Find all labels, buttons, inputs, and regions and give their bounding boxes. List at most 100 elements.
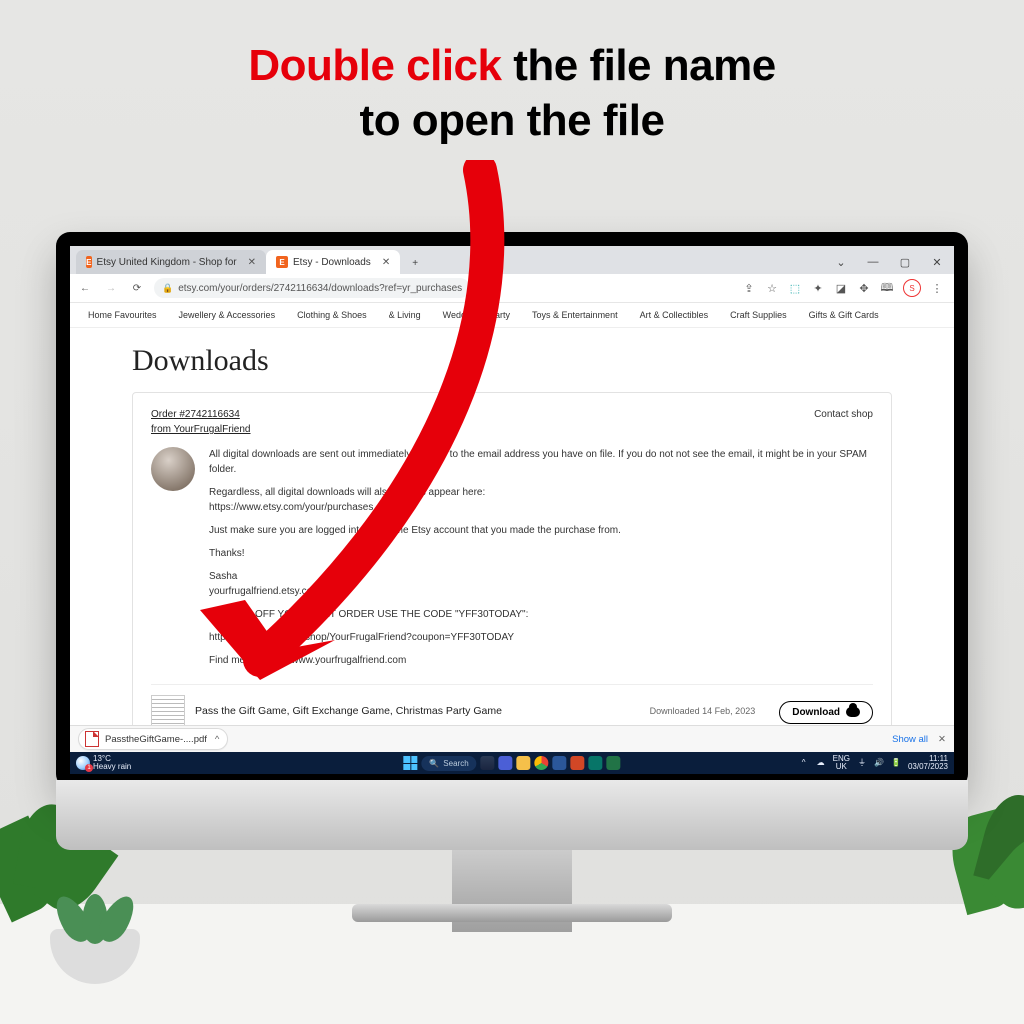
shop-name-link[interactable]: from YourFrugalFriend xyxy=(151,424,251,435)
window-dropdown-icon[interactable]: ⌄ xyxy=(826,250,856,274)
etsy-favicon-icon: E xyxy=(86,256,92,268)
nav-reload-button[interactable]: ⟳ xyxy=(128,279,146,297)
nav-item[interactable]: Jewellery & Accessories xyxy=(179,310,276,320)
file-title[interactable]: Pass the Gift Game, Gift Exchange Game, … xyxy=(195,705,640,718)
start-button[interactable] xyxy=(403,756,417,770)
page-title: Downloads xyxy=(132,344,892,378)
contact-shop-link[interactable]: Contact shop xyxy=(814,407,873,422)
tray-overflow-icon[interactable]: ^ xyxy=(799,758,809,768)
window-close-button[interactable]: ✕ xyxy=(922,250,952,274)
taskbar-app-excel[interactable] xyxy=(607,756,621,770)
monitor-bezel: E Etsy United Kingdom - Shop for ✕ E Ets… xyxy=(56,232,968,788)
msg-link[interactable]: yourfrugalfriend.etsy.com xyxy=(209,586,321,597)
taskbar-app-task-view[interactable] xyxy=(481,756,495,770)
msg-line: Thanks! xyxy=(209,546,873,561)
notification-badge: 1 xyxy=(85,764,93,772)
instruction-highlight: Double click xyxy=(248,41,501,90)
close-tab-icon[interactable]: ✕ xyxy=(382,257,390,268)
browser-tab-downloads[interactable]: E Etsy - Downloads ✕ xyxy=(266,250,400,274)
search-icon: 🔍 xyxy=(429,759,439,768)
order-card: Order #2742116634 from YourFrugalFriend … xyxy=(132,392,892,744)
seller-message: All digital downloads are sent out immed… xyxy=(209,447,873,676)
monitor-stand-foot xyxy=(352,904,672,922)
taskbar-search-placeholder: Search xyxy=(443,759,468,768)
taskbar-search-input[interactable]: 🔍 Search xyxy=(421,756,476,771)
window-minimize-button[interactable]: — xyxy=(858,250,888,274)
msg-line: All digital downloads are sent out immed… xyxy=(209,447,873,477)
show-all-downloads-link[interactable]: Show all xyxy=(892,734,928,745)
pdf-file-icon xyxy=(85,731,99,747)
extension-icon[interactable]: ✦ xyxy=(811,281,825,295)
order-number-link[interactable]: Order #2742116634 xyxy=(151,409,240,420)
nav-item[interactable]: Art & Collectibles xyxy=(640,310,709,320)
screen: E Etsy United Kingdom - Shop for ✕ E Ets… xyxy=(70,246,954,774)
msg-link[interactable]: https://www.etsy.com/shop/YourFrugalFrie… xyxy=(209,630,873,645)
taskbar-app-explorer[interactable] xyxy=(517,756,531,770)
monitor-chin xyxy=(56,780,968,850)
share-icon[interactable]: ⇪ xyxy=(742,281,756,295)
lock-icon: 🔒 xyxy=(162,283,173,294)
nav-item[interactable]: Toys & Entertainment xyxy=(532,310,618,320)
taskbar-weather-widget[interactable]: 1 13°C Heavy rain xyxy=(70,755,131,771)
tray-volume-icon[interactable]: 🔊 xyxy=(874,758,884,768)
nav-back-button[interactable]: ← xyxy=(76,279,94,297)
weather-icon: 1 xyxy=(76,756,90,770)
download-button[interactable]: Download xyxy=(779,701,873,724)
tray-clock[interactable]: 11:11 03/07/2023 xyxy=(908,755,948,771)
taskbar-app-word[interactable] xyxy=(553,756,567,770)
monitor: E Etsy United Kingdom - Shop for ✕ E Ets… xyxy=(56,232,968,912)
window-maximize-button[interactable]: ▢ xyxy=(890,250,920,274)
nav-item[interactable]: Clothing & Shoes xyxy=(297,310,367,320)
downloaded-file-chip[interactable]: PasstheGiftGame-....pdf ^ xyxy=(78,728,228,750)
tab-title: Etsy - Downloads xyxy=(293,257,371,268)
bookmark-icon[interactable]: ☆ xyxy=(765,281,779,295)
close-download-bar-icon[interactable]: ✕ xyxy=(938,734,946,745)
msg-line: Sasha xyxy=(209,571,237,582)
instruction-text: Double click the file name to open the f… xyxy=(0,38,1024,148)
instruction-line1-rest: the file name xyxy=(502,41,776,90)
windows-taskbar: 1 13°C Heavy rain 🔍 Search xyxy=(70,752,954,774)
msg-link[interactable]: https://www.etsy.com/your/purchases xyxy=(209,502,373,513)
tray-language[interactable]: ENG UK xyxy=(833,755,850,771)
close-tab-icon[interactable]: ✕ xyxy=(248,257,256,268)
taskbar-app-chat[interactable] xyxy=(499,756,513,770)
profile-avatar-icon[interactable]: S xyxy=(903,279,921,297)
kebab-menu-icon[interactable]: ⋮ xyxy=(930,281,944,295)
extension-icon[interactable]: ⬚ xyxy=(788,281,802,295)
etsy-favicon-icon: E xyxy=(276,256,288,268)
nav-item[interactable]: Home Favourites xyxy=(88,310,157,320)
reading-list-icon[interactable]: 🕮 xyxy=(880,281,894,295)
nav-item[interactable]: Craft Supplies xyxy=(730,310,787,320)
msg-line: Regardless, all digital downloads will a… xyxy=(209,487,485,498)
tray-wifi-icon[interactable]: ⏚ xyxy=(857,758,867,768)
tab-title: Etsy United Kingdom - Shop for xyxy=(97,257,237,268)
browser-tab-etsy-home[interactable]: E Etsy United Kingdom - Shop for ✕ xyxy=(76,250,266,274)
taskbar-app-publisher[interactable] xyxy=(589,756,603,770)
instruction-line2: to open the file xyxy=(360,96,665,145)
file-download-date: Downloaded 14 Feb, 2023 xyxy=(650,705,756,719)
nav-forward-button[interactable]: → xyxy=(102,279,120,297)
nav-item[interactable]: Wedding & Party xyxy=(443,310,510,320)
url-input[interactable]: 🔒 etsy.com/your/orders/2742116634/downlo… xyxy=(154,278,470,298)
etsy-category-nav: Home Favourites Jewellery & Accessories … xyxy=(70,303,954,328)
nav-item[interactable]: & Living xyxy=(389,310,421,320)
browser-tab-bar: E Etsy United Kingdom - Shop for ✕ E Ets… xyxy=(70,246,954,274)
nav-item[interactable]: Gifts & Gift Cards xyxy=(809,310,879,320)
taskbar-app-chrome[interactable] xyxy=(535,756,549,770)
extension-icon[interactable]: ◪ xyxy=(834,281,848,295)
extensions-puzzle-icon[interactable]: ✥ xyxy=(857,281,871,295)
download-button-label: Download xyxy=(792,707,840,718)
tray-onedrive-icon[interactable]: ☁ xyxy=(816,758,826,768)
chevron-up-icon[interactable]: ^ xyxy=(215,734,219,745)
seller-avatar xyxy=(151,447,195,491)
page-content: Downloads Order #2742116634 from YourFru… xyxy=(70,328,954,744)
new-tab-button[interactable]: + xyxy=(404,252,426,274)
tutorial-scene: Double click the file name to open the f… xyxy=(0,0,1024,1024)
taskbar-app-powerpoint[interactable] xyxy=(571,756,585,770)
url-text: etsy.com/your/orders/2742116634/download… xyxy=(178,283,462,294)
tray-battery-icon[interactable]: 🔋 xyxy=(891,758,901,768)
download-file-row: Pass the Gift Game, Gift Exchange Game, … xyxy=(151,684,873,729)
cloud-download-icon xyxy=(846,707,860,717)
file-thumbnail-icon xyxy=(151,695,185,729)
msg-line: Just make sure you are logged into the s… xyxy=(209,523,873,538)
